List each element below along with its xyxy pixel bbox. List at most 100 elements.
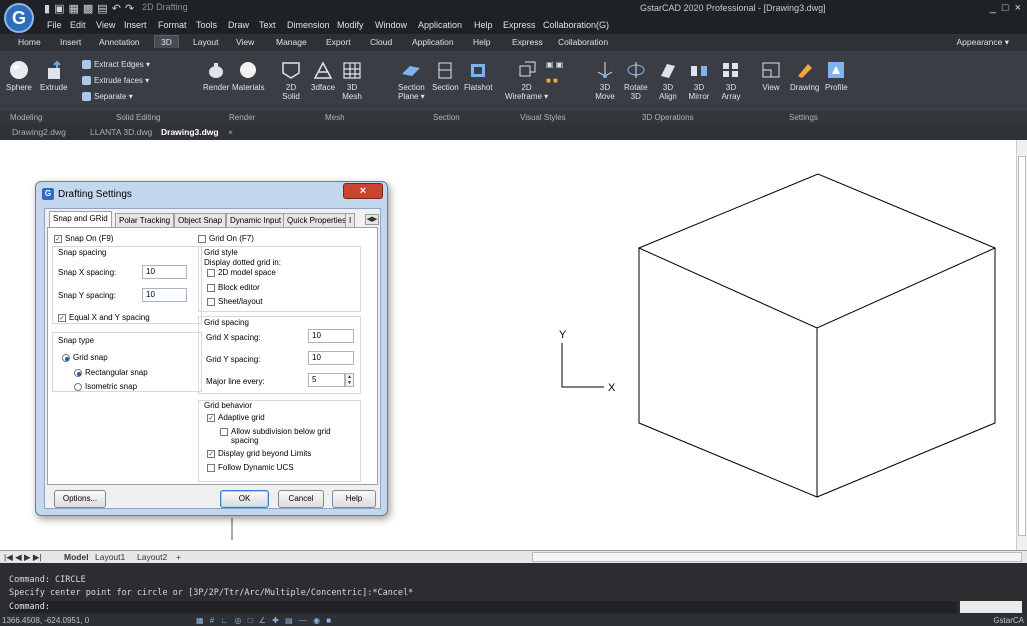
menu-text[interactable]: Text	[259, 20, 276, 30]
minimize-button[interactable]: _	[990, 2, 996, 14]
3d-align-button[interactable]: 3D Align	[657, 60, 679, 101]
extract-edges-button[interactable]: Extract Edges ▾	[82, 60, 150, 69]
tab-export[interactable]: Export	[326, 37, 351, 47]
add-layout-button[interactable]: +	[176, 552, 181, 562]
app-logo[interactable]: G	[4, 3, 34, 33]
model-space-checkbox[interactable]	[207, 269, 215, 277]
rotate-3d-button[interactable]: Rotate 3D	[624, 60, 648, 101]
extrude-faces-button[interactable]: Extrude faces ▾	[82, 76, 149, 85]
dialog-tab-more[interactable]: I	[345, 213, 356, 227]
follow-ucs-checkbox[interactable]	[207, 464, 215, 472]
flatshot-button[interactable]: Flatshot	[464, 60, 492, 92]
tab-manage[interactable]: Manage	[276, 37, 307, 47]
menu-view[interactable]: View	[96, 20, 115, 30]
block-editor-checkbox[interactable]	[207, 284, 215, 292]
tab-layout[interactable]: Layout	[193, 37, 219, 47]
render-button[interactable]: Render	[203, 60, 229, 92]
section-plane-button[interactable]: Section Plane ▾	[398, 60, 425, 101]
2d-solid-button[interactable]: 2D Solid	[280, 60, 302, 101]
tab-view[interactable]: View	[236, 37, 254, 47]
dialog-tab-object-snap[interactable]: Object Snap	[174, 213, 227, 227]
doc-tab-llanta[interactable]: LLANTA 3D.dwg	[90, 127, 152, 137]
materials-button[interactable]: Materials	[232, 60, 264, 92]
menu-collaboration[interactable]: Collaboration(G)	[543, 20, 609, 30]
doc-tab-drawing3[interactable]: Drawing3.dwg	[161, 127, 219, 137]
tab-collaboration[interactable]: Collaboration	[558, 37, 608, 47]
isometric-snap-radio[interactable]	[74, 383, 82, 391]
tab-annotation[interactable]: Annotation	[99, 37, 140, 47]
status-toggle-icons[interactable]: ▦ # ∟ ◎ □ ∠ ✚ ▤ — ◉ ■	[196, 616, 333, 625]
3d-mesh-button[interactable]: 3D Mesh	[341, 60, 363, 101]
dialog-tab-dynamic-input[interactable]: Dynamic Input	[226, 213, 286, 227]
doc-tab-close-icon[interactable]: ×	[228, 127, 233, 137]
options-button[interactable]: Options...	[54, 490, 106, 508]
tab-layout2[interactable]: Layout2	[137, 552, 167, 562]
close-button[interactable]: ×	[1015, 2, 1021, 14]
drawing-settings-button[interactable]: Drawing	[790, 60, 819, 92]
menu-file[interactable]: File	[47, 20, 62, 30]
grid-x-input[interactable]: 10	[308, 329, 354, 343]
ok-button[interactable]: OK	[220, 490, 269, 508]
doc-tab-drawing2[interactable]: Drawing2.dwg	[12, 127, 66, 137]
rectangular-snap-radio[interactable]	[74, 369, 82, 377]
tab-help[interactable]: Help	[473, 37, 490, 47]
grid-y-input[interactable]: 10	[308, 351, 354, 365]
menu-tools[interactable]: Tools	[196, 20, 217, 30]
appearance-dropdown[interactable]: Appearance ▾	[957, 37, 1009, 48]
help-button[interactable]: Help	[332, 490, 376, 508]
grid-snap-radio[interactable]	[62, 354, 70, 362]
menu-draw[interactable]: Draw	[228, 20, 249, 30]
major-line-spinner[interactable]: ▲ ▼	[345, 373, 354, 387]
tab-home[interactable]: Home	[18, 37, 41, 47]
tab-application[interactable]: Application	[412, 37, 454, 47]
3dface-button[interactable]: 3dface	[311, 60, 335, 92]
sheet-layout-checkbox[interactable]	[207, 298, 215, 306]
menu-format[interactable]: Format	[158, 20, 187, 30]
scrollbar-thumb[interactable]	[1018, 156, 1026, 536]
profile-settings-button[interactable]: Profile	[825, 60, 848, 92]
vertical-scrollbar[interactable]	[1016, 140, 1027, 550]
command-scrollbar[interactable]	[960, 601, 1022, 613]
snap-x-input[interactable]: 10	[142, 265, 187, 279]
menu-modify[interactable]: Modify	[337, 20, 364, 30]
grid-on-checkbox[interactable]	[198, 235, 206, 243]
beyond-limits-checkbox[interactable]: ✓	[207, 450, 215, 458]
visual-style-small-2[interactable]: ■ ■	[546, 76, 558, 85]
dialog-tab-snap-grid[interactable]: Snap and GRid	[49, 211, 112, 228]
tab-cloud[interactable]: Cloud	[370, 37, 392, 47]
3d-move-button[interactable]: 3D Move	[594, 60, 616, 101]
layout-nav-arrows[interactable]: |◀ ◀ ▶ ▶|	[4, 552, 42, 563]
dialog-close-button[interactable]: ×	[343, 183, 383, 199]
cancel-button[interactable]: Cancel	[278, 490, 324, 508]
maximize-button[interactable]: □	[1002, 2, 1009, 14]
sphere-button[interactable]: Sphere	[6, 60, 32, 92]
snap-on-checkbox[interactable]: ✓	[54, 235, 62, 243]
major-line-input[interactable]: 5	[308, 373, 345, 387]
menu-help[interactable]: Help	[474, 20, 493, 30]
menu-edit[interactable]: Edit	[70, 20, 86, 30]
tab-layout1[interactable]: Layout1	[95, 552, 125, 562]
equal-xy-checkbox[interactable]: ✓	[58, 314, 66, 322]
allow-subdivision-checkbox[interactable]	[220, 428, 228, 436]
3d-array-button[interactable]: 3D Array	[720, 60, 742, 101]
separate-button[interactable]: Separate ▾	[82, 92, 133, 101]
dialog-tab-polar-tracking[interactable]: Polar Tracking	[115, 213, 175, 227]
horizontal-scrollbar[interactable]	[532, 552, 1022, 562]
dialog-tab-quick-properties[interactable]: Quick Properties	[283, 213, 351, 227]
menu-insert[interactable]: Insert	[124, 20, 147, 30]
menu-dimension[interactable]: Dimension	[287, 20, 330, 30]
extrude-button[interactable]: Extrude	[40, 60, 68, 92]
menu-window[interactable]: Window	[375, 20, 407, 30]
menu-application[interactable]: Application	[418, 20, 462, 30]
3d-mirror-button[interactable]: 3D Mirror	[688, 60, 710, 101]
visual-style-small-1[interactable]: ▣ ▣	[546, 60, 563, 69]
tab-scroll-arrows[interactable]: ◀▶	[365, 214, 379, 225]
tab-insert[interactable]: Insert	[60, 37, 81, 47]
section-button[interactable]: Section	[432, 60, 459, 92]
command-input[interactable]	[9, 601, 957, 613]
tab-3d[interactable]: 3D	[154, 35, 179, 48]
menu-express[interactable]: Express	[503, 20, 536, 30]
snap-y-input[interactable]: 10	[142, 288, 187, 302]
2d-wireframe-button[interactable]: 2D Wireframe ▾	[505, 60, 548, 101]
view-settings-button[interactable]: View	[760, 60, 782, 92]
